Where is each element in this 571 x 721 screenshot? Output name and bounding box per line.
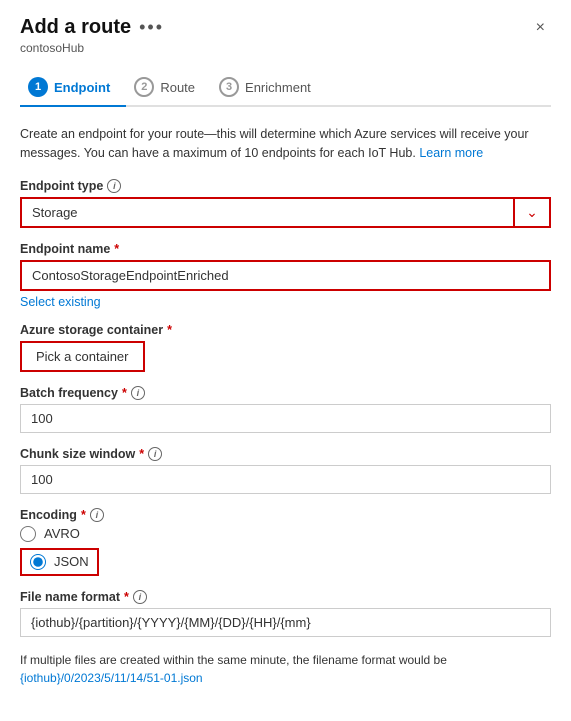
step-route[interactable]: 2 Route	[126, 69, 211, 107]
endpoint-type-group: Endpoint type i Storage ⌄	[20, 179, 551, 228]
required-star-4: *	[139, 447, 144, 461]
chevron-down-icon[interactable]: ⌄	[513, 199, 549, 226]
endpoint-name-input[interactable]	[20, 260, 551, 291]
chunk-size-window-input[interactable]	[20, 465, 551, 494]
required-star-5: *	[81, 508, 86, 522]
footer-example: {iothub}/0/2023/5/11/14/51-01.json	[20, 671, 203, 685]
steps-nav: 1 Endpoint 2 Route 3 Enrichment	[20, 69, 551, 107]
select-existing-link[interactable]: Select existing	[20, 295, 101, 309]
azure-storage-container-group: Azure storage container * Pick a contain…	[20, 323, 551, 372]
file-name-format-label: File name format * i	[20, 590, 551, 604]
learn-more-link[interactable]: Learn more	[419, 146, 483, 160]
endpoint-name-label: Endpoint name *	[20, 242, 551, 256]
endpoint-name-group: Endpoint name * Select existing	[20, 242, 551, 309]
step-1-label: Endpoint	[54, 80, 110, 95]
step-2-label: Route	[160, 80, 195, 95]
panel-subtitle: contosoHub	[20, 41, 551, 55]
batch-frequency-group: Batch frequency * i	[20, 386, 551, 433]
description-text: Create an endpoint for your route—this w…	[20, 125, 551, 163]
more-options-icon[interactable]: •••	[139, 17, 164, 38]
file-name-format-group: File name format * i	[20, 590, 551, 637]
step-endpoint[interactable]: 1 Endpoint	[20, 69, 126, 107]
encoding-avro-option[interactable]: AVRO	[20, 526, 551, 542]
endpoint-type-label: Endpoint type i	[20, 179, 551, 193]
encoding-avro-label: AVRO	[44, 526, 80, 541]
encoding-json-radio[interactable]	[30, 554, 46, 570]
chunk-size-window-label: Chunk size window * i	[20, 447, 551, 461]
close-button[interactable]: ×	[530, 17, 551, 39]
batch-frequency-info-icon[interactable]: i	[131, 386, 145, 400]
batch-frequency-input[interactable]	[20, 404, 551, 433]
step-3-circle: 3	[219, 77, 239, 97]
required-star-3: *	[122, 386, 127, 400]
encoding-json-label: JSON	[54, 554, 89, 569]
chunk-size-info-icon[interactable]: i	[148, 447, 162, 461]
endpoint-type-value[interactable]: Storage	[22, 199, 549, 226]
required-star: *	[114, 242, 119, 256]
step-1-circle: 1	[28, 77, 48, 97]
azure-storage-container-label: Azure storage container *	[20, 323, 551, 337]
step-enrichment[interactable]: 3 Enrichment	[211, 69, 327, 107]
endpoint-type-info-icon[interactable]: i	[107, 179, 121, 193]
endpoint-type-select[interactable]: Storage ⌄	[20, 197, 551, 228]
panel-title: Add a route	[20, 16, 131, 39]
step-3-label: Enrichment	[245, 80, 311, 95]
encoding-radio-group: AVRO JSON	[20, 526, 551, 576]
panel-header: Add a route ••• ×	[20, 16, 551, 39]
file-name-format-info-icon[interactable]: i	[133, 590, 147, 604]
step-2-circle: 2	[134, 77, 154, 97]
footer-text: If multiple files are created within the…	[20, 651, 551, 687]
required-star-2: *	[167, 323, 172, 337]
chunk-size-window-group: Chunk size window * i	[20, 447, 551, 494]
batch-frequency-label: Batch frequency * i	[20, 386, 551, 400]
pick-container-button[interactable]: Pick a container	[20, 341, 145, 372]
encoding-json-option[interactable]: JSON	[20, 548, 99, 576]
encoding-info-icon[interactable]: i	[90, 508, 104, 522]
file-name-format-input[interactable]	[20, 608, 551, 637]
title-row: Add a route •••	[20, 16, 164, 39]
required-star-6: *	[124, 590, 129, 604]
encoding-avro-radio[interactable]	[20, 526, 36, 542]
add-route-panel: Add a route ••• × contosoHub 1 Endpoint …	[0, 0, 571, 721]
encoding-group: Encoding * i AVRO JSON	[20, 508, 551, 576]
encoding-label: Encoding * i	[20, 508, 551, 522]
